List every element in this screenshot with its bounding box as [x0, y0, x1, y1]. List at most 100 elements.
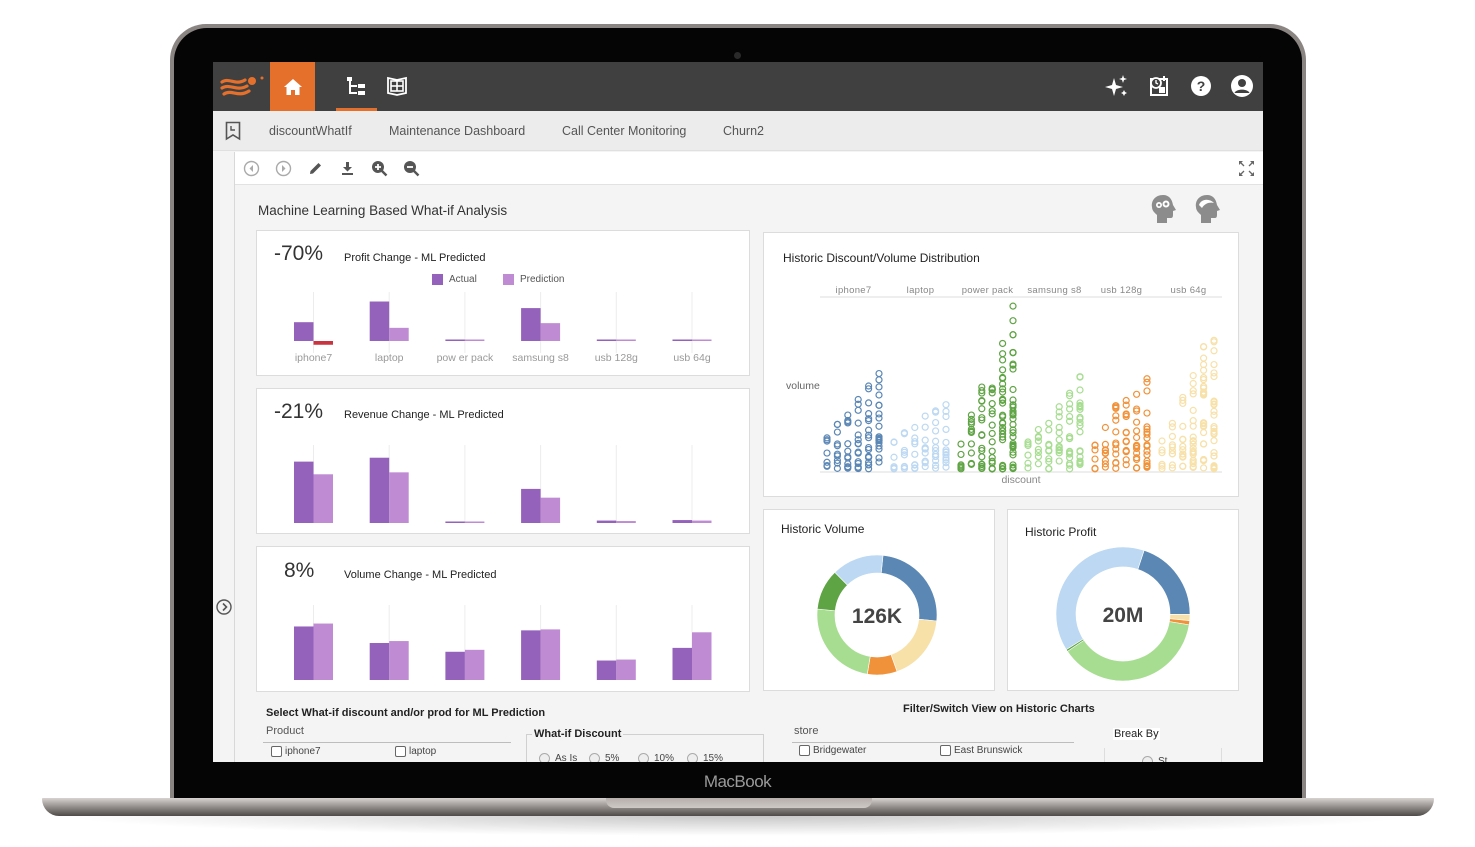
edit-pencil-icon[interactable] [307, 160, 324, 177]
tab-discountwhatif[interactable]: discountWhatIf [269, 124, 352, 138]
bar-prediction[interactable] [313, 623, 334, 680]
scatter-point[interactable] [932, 427, 940, 435]
scatter-point[interactable] [967, 440, 975, 448]
scatter-point[interactable] [942, 425, 950, 434]
scatter-point[interactable] [1101, 423, 1109, 432]
scatter-point[interactable] [999, 339, 1007, 348]
scatter-point[interactable] [1009, 385, 1017, 394]
scatter-point[interactable] [1143, 409, 1151, 417]
bar-prediction[interactable] [313, 474, 334, 523]
tab-call-center-monitoring[interactable]: Call Center Monitoring [562, 124, 686, 138]
bar-actual[interactable] [369, 457, 390, 523]
scatter-point[interactable] [1133, 464, 1141, 472]
schedule-button[interactable] [1147, 74, 1171, 98]
scatter-point[interactable] [875, 422, 883, 430]
scatter-point[interactable] [864, 399, 873, 407]
scatter-point[interactable] [1133, 418, 1141, 426]
scatter-point[interactable] [957, 440, 965, 448]
bar-actual[interactable] [521, 308, 541, 341]
dashboard-book-button[interactable] [385, 74, 409, 98]
scatter-point[interactable] [988, 400, 996, 408]
scatter-point[interactable] [1200, 366, 1208, 374]
bar-prediction[interactable] [616, 659, 636, 680]
donut-slice[interactable] [1066, 621, 1190, 682]
discount-option-10[interactable]: 10% [638, 753, 674, 762]
break-by-option-store[interactable]: St [1142, 756, 1167, 762]
bar-actual[interactable] [672, 339, 693, 342]
bar-prediction[interactable] [692, 520, 712, 523]
scatter-point[interactable] [978, 453, 986, 461]
scatter-point[interactable] [1009, 433, 1017, 441]
scatter-point[interactable] [1076, 428, 1084, 436]
forward-icon[interactable] [275, 160, 292, 177]
scatter-point[interactable] [875, 369, 883, 378]
bar-prediction[interactable] [389, 472, 409, 523]
discount-option-as-is[interactable]: As Is [539, 753, 577, 762]
radio-icon[interactable] [687, 753, 698, 762]
scatter-point[interactable] [978, 405, 986, 413]
bookmark-history-icon[interactable] [225, 121, 241, 141]
bar-actual[interactable] [445, 521, 465, 524]
bar-prediction[interactable] [540, 323, 561, 341]
scatter-point[interactable] [999, 356, 1007, 364]
scatter-point[interactable] [1055, 436, 1063, 444]
scatter-point[interactable] [999, 366, 1007, 374]
radio-icon[interactable] [1142, 756, 1153, 762]
scatter-point[interactable] [1200, 428, 1208, 437]
scatter-point[interactable] [890, 453, 898, 461]
bar-actual[interactable] [521, 488, 541, 523]
scatter-point[interactable] [1034, 425, 1042, 434]
bar-prediction[interactable] [464, 649, 485, 680]
scatter-point[interactable] [942, 401, 950, 409]
scatter-point[interactable] [1179, 462, 1187, 471]
scatter-point[interactable] [875, 401, 883, 409]
bar-prediction[interactable] [692, 339, 712, 342]
scatter-point[interactable] [921, 412, 929, 420]
store-checkbox-east-brunswick[interactable]: East Brunswick [940, 745, 1022, 756]
scatter-point[interactable] [911, 423, 919, 432]
scatter-point[interactable] [833, 420, 842, 429]
scatter-point[interactable] [1210, 437, 1218, 445]
ai-assistant-button[interactable] [1105, 74, 1129, 98]
scatter-point[interactable] [1009, 331, 1017, 339]
scatter-point[interactable] [988, 421, 996, 429]
bar-actual[interactable] [445, 339, 465, 342]
scatter-point[interactable] [1045, 426, 1053, 434]
checkbox-icon[interactable] [395, 746, 406, 757]
scatter-point[interactable] [1112, 412, 1120, 420]
scatter-point[interactable] [1179, 422, 1187, 430]
scatter-point[interactable] [1210, 360, 1218, 369]
bar-actual[interactable] [445, 651, 465, 680]
checkbox-icon[interactable] [799, 745, 810, 756]
scatter-point[interactable] [1179, 435, 1187, 443]
scatter-point[interactable] [911, 450, 919, 458]
scatter-point[interactable] [854, 419, 862, 427]
scatter-point[interactable] [1009, 349, 1017, 357]
bar-prediction[interactable] [616, 521, 636, 523]
checkbox-icon[interactable] [940, 745, 951, 756]
scatter-point[interactable] [942, 438, 950, 447]
back-icon[interactable] [243, 160, 260, 177]
bar-actual[interactable] [596, 339, 617, 342]
scatter-point[interactable] [1210, 347, 1218, 355]
scatter-point[interactable] [1009, 302, 1017, 310]
scatter-point[interactable] [1024, 451, 1032, 459]
bar-actual[interactable] [596, 660, 617, 680]
discount-option-5[interactable]: 5% [589, 753, 619, 762]
scatter-point[interactable] [957, 450, 965, 459]
bar-prediction[interactable] [389, 641, 409, 680]
tab-maintenance-dashboard[interactable]: Maintenance Dashboard [389, 124, 525, 138]
scatter-point[interactable] [1210, 411, 1218, 419]
donut-slice[interactable] [1137, 550, 1191, 615]
scatter-point[interactable] [932, 418, 940, 427]
bar-actual[interactable] [294, 461, 314, 523]
scatter-point[interactable] [875, 376, 883, 384]
bar-actual[interactable] [672, 520, 693, 523]
tab-churn2[interactable]: Churn2 [723, 124, 764, 138]
home-button[interactable] [270, 62, 315, 111]
scatter-point[interactable] [1200, 464, 1208, 472]
scatter-point[interactable] [988, 429, 996, 438]
fullscreen-icon[interactable] [1238, 160, 1255, 177]
scatter-point[interactable] [1158, 437, 1166, 445]
bar-prediction[interactable] [540, 497, 561, 523]
